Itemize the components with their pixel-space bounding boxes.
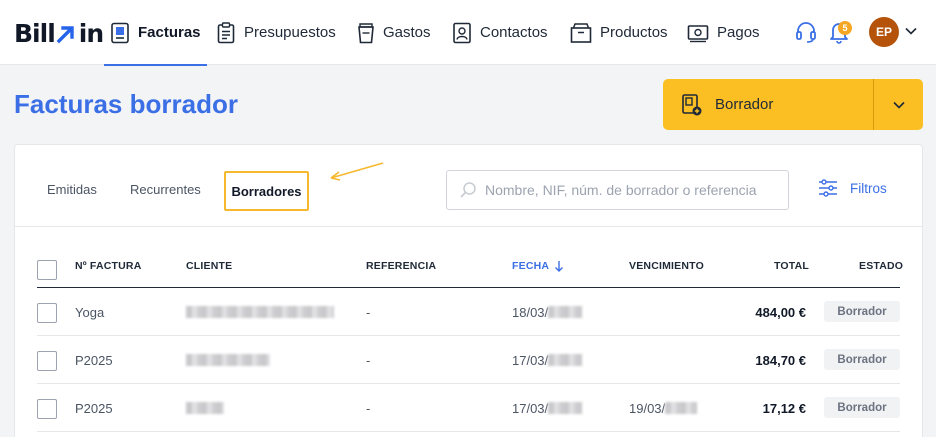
search-icon	[460, 182, 476, 198]
invoice-add-icon	[682, 93, 702, 115]
redacted-client	[186, 354, 270, 366]
invoice-icon	[111, 22, 129, 43]
annotation-arrow-icon	[330, 162, 384, 181]
row-reference: -	[366, 304, 371, 320]
tab-borradores[interactable]: Borradores	[224, 171, 309, 211]
new-draft-button[interactable]: Borrador	[663, 79, 873, 130]
tab-emitidas[interactable]: Emitidas	[47, 182, 97, 197]
nav-label: Gastos	[383, 24, 431, 41]
invoices-card: Emitidas Recurrentes Borradores Filtros …	[14, 144, 923, 437]
chevron-down-icon[interactable]	[905, 27, 917, 35]
row-date: 17/03/	[512, 336, 583, 384]
row-number: P2025	[75, 352, 113, 368]
column-header-number[interactable]: Nº FACTURA	[75, 260, 142, 272]
nav-item-productos[interactable]: Productos	[570, 0, 668, 65]
row-date-text: 18/03/	[512, 304, 549, 320]
column-header-total[interactable]: TOTAL	[774, 260, 809, 272]
row-checkbox[interactable]	[37, 351, 57, 371]
nav-label: Contactos	[480, 24, 548, 41]
row-date-text: 17/03/	[512, 352, 549, 368]
row-client	[186, 384, 224, 432]
column-header-reference[interactable]: REFERENCIA	[366, 260, 436, 272]
new-options-dropdown[interactable]	[874, 79, 923, 130]
row-checkbox[interactable]	[37, 399, 57, 419]
row-client	[186, 336, 270, 384]
redacted-client	[186, 306, 334, 318]
row-reference: -	[366, 400, 371, 416]
nav-label: Pagos	[717, 24, 760, 41]
row-date: 18/03/	[512, 288, 583, 336]
tabs-toolbar: Emitidas Recurrentes Borradores Filtros	[15, 145, 922, 227]
row-total: 17,12 €	[762, 400, 806, 416]
search-input[interactable]	[485, 182, 775, 198]
column-header-status[interactable]: ESTADO	[859, 260, 903, 272]
filters-button[interactable]: Filtros	[818, 179, 887, 197]
row-due-text: 19/03/	[629, 400, 666, 416]
new-draft-split-button: Borrador	[663, 79, 923, 130]
row-total: 484,00 €	[755, 304, 806, 320]
nav-label: Facturas	[138, 24, 201, 41]
sliders-icon	[819, 179, 837, 197]
redacted-client	[186, 402, 224, 414]
row-total: 184,70 €	[755, 352, 806, 368]
cash-icon	[687, 24, 709, 42]
logo-arrow-icon	[56, 22, 78, 46]
nav-item-presupuestos[interactable]: Presupuestos	[216, 0, 336, 65]
row-reference: -	[366, 352, 371, 368]
redacted-year	[548, 354, 583, 366]
tab-recurrentes[interactable]: Recurrentes	[130, 182, 201, 197]
row-date: 17/03/	[512, 384, 583, 432]
contact-card-icon	[453, 22, 471, 43]
row-client	[186, 288, 334, 336]
status-badge: Borrador	[824, 301, 900, 322]
status-badge: Borrador	[824, 397, 900, 418]
table-row[interactable]: P2025 - 17/03/ 184,70 € Borrador	[37, 336, 900, 384]
cup-icon	[358, 22, 374, 43]
row-date-text: 17/03/	[512, 400, 549, 416]
nav-label: Productos	[600, 24, 668, 41]
status-badge: Borrador	[824, 349, 900, 370]
redacted-year	[548, 306, 583, 318]
new-draft-button-label: Borrador	[715, 96, 774, 113]
logo-text-left: Bill	[14, 19, 56, 48]
column-header-date-label: FECHA	[512, 260, 550, 272]
filters-label: Filtros	[850, 180, 887, 196]
arrow-down-icon	[555, 261, 564, 272]
column-header-client[interactable]: CLIENTE	[186, 260, 232, 272]
row-number: P2025	[75, 400, 113, 416]
avatar[interactable]: EP	[869, 17, 899, 47]
column-header-due[interactable]: VENCIMIENTO	[629, 260, 704, 272]
row-checkbox[interactable]	[37, 303, 57, 323]
support-headset-icon[interactable]	[795, 20, 817, 44]
billin-logo[interactable]: Bill in	[14, 19, 104, 48]
row-number: Yoga	[75, 304, 105, 320]
nav-item-contactos[interactable]: Contactos	[452, 0, 548, 65]
redacted-year	[548, 402, 583, 414]
notifications-badge: 5	[838, 21, 852, 35]
search-box	[446, 170, 789, 210]
nav-item-facturas[interactable]: Facturas	[104, 0, 207, 66]
nav-label: Presupuestos	[244, 24, 336, 41]
box-icon	[570, 22, 592, 43]
select-all-checkbox[interactable]	[37, 260, 57, 280]
page-title: Facturas borrador	[14, 89, 238, 119]
table-row[interactable]: Yoga - 18/03/ 484,00 € Borrador	[37, 288, 900, 336]
nav-item-pagos[interactable]: Pagos	[687, 0, 760, 65]
table-row[interactable]: P2025 - 17/03/ 19/03/ 17,12 € Borrador	[37, 384, 900, 432]
chevron-down-icon	[892, 101, 905, 109]
logo-text-right: in	[78, 19, 104, 48]
top-navigation-bar: Bill in Facturas Presupuestos Gastos Cont…	[0, 0, 936, 66]
clipboard-icon	[217, 21, 235, 43]
nav-item-gastos[interactable]: Gastos	[357, 0, 431, 65]
column-header-date[interactable]: FECHA	[512, 260, 564, 272]
